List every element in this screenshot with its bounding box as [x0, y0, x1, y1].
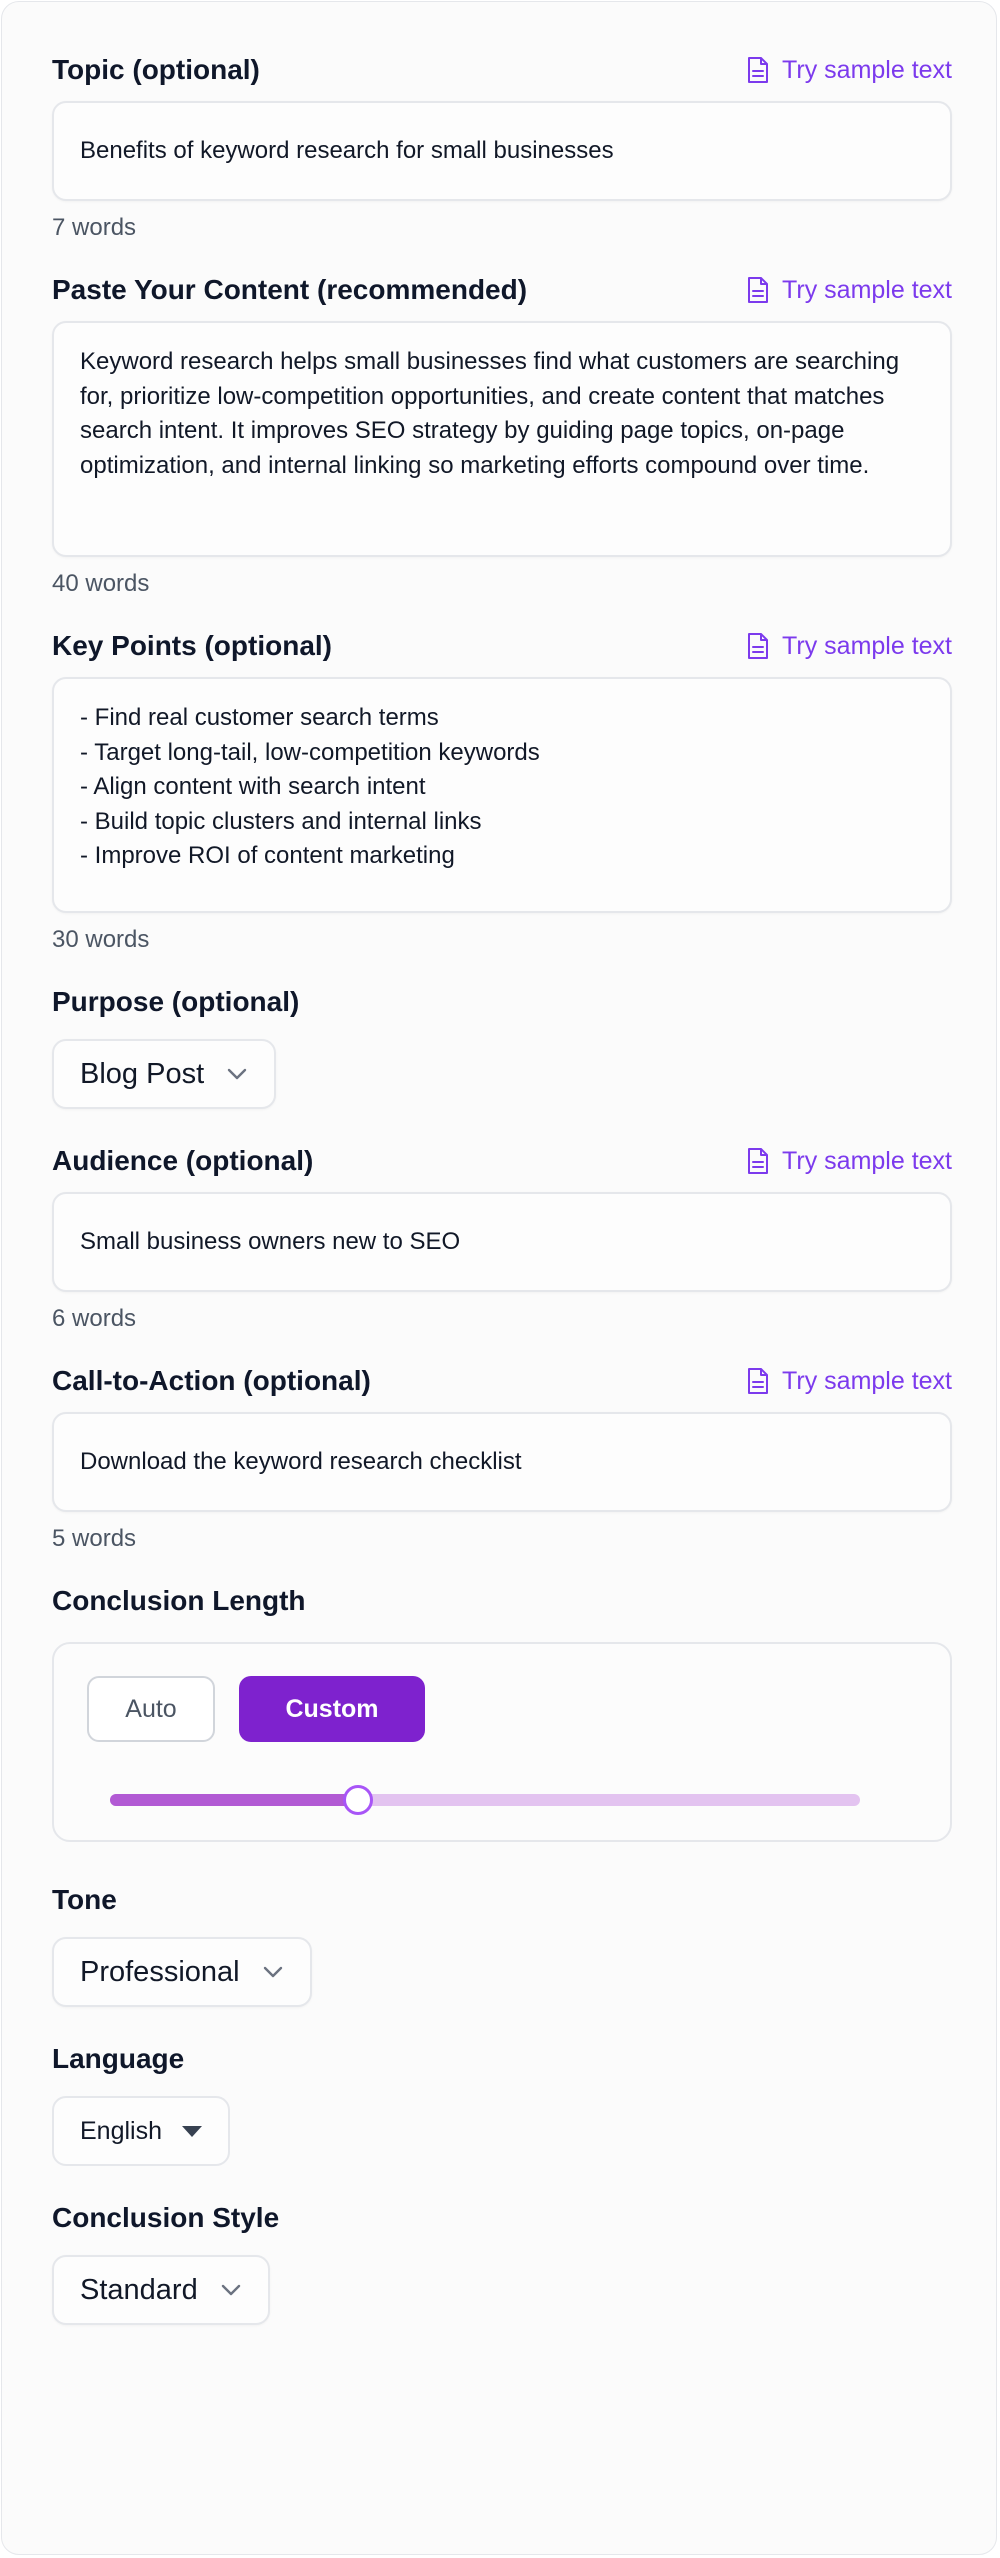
cta-label: Call-to-Action (optional): [52, 1365, 371, 1396]
try-sample-label: Try sample text: [782, 1366, 952, 1395]
auto-length-button[interactable]: Auto: [87, 1676, 215, 1742]
key-points-textarea[interactable]: - Find real customer search terms - Targ…: [52, 677, 952, 913]
cta-header: Call-to-Action (optional) Try sample tex…: [52, 1363, 952, 1399]
length-slider-track[interactable]: [110, 1785, 860, 1815]
try-sample-label: Try sample text: [782, 275, 952, 304]
conclusion-length-label: Conclusion Length: [52, 1585, 306, 1616]
cta-try-sample-link[interactable]: Try sample text: [746, 1367, 952, 1396]
audience-header: Audience (optional) Try sample text: [52, 1143, 952, 1179]
content-header: Paste Your Content (recommended) Try sam…: [52, 272, 952, 308]
caret-down-icon: [182, 2125, 202, 2137]
audience-label: Audience (optional): [52, 1145, 314, 1176]
content-textarea[interactable]: Keyword research helps small businesses …: [52, 321, 952, 557]
key-points-header: Key Points (optional) Try sample text: [52, 628, 952, 664]
content-word-count: 40 words: [52, 570, 150, 597]
document-icon: [748, 633, 769, 659]
conclusion-style-select[interactable]: Standard: [52, 2255, 270, 2325]
topic-word-count: 7 words: [52, 214, 137, 241]
document-icon: [748, 57, 769, 83]
purpose-select[interactable]: Blog Post: [52, 1039, 277, 1109]
length-slider-fill: [110, 1794, 358, 1806]
language-header: Language: [52, 2041, 952, 2077]
conclusion-length-header: Conclusion Length: [52, 1583, 952, 1619]
chevron-down-icon: [227, 1068, 247, 1080]
topic-input[interactable]: Benefits of keyword research for small b…: [52, 101, 952, 201]
custom-length-button[interactable]: Custom: [239, 1676, 425, 1742]
language-selected-value: English: [80, 2116, 162, 2145]
audience-word-count: 6 words: [52, 1305, 137, 1332]
purpose-selected-value: Blog Post: [80, 1057, 205, 1090]
cta-word-count: 5 words: [52, 1525, 137, 1552]
conclusion-length-panel: Auto Custom: [52, 1642, 952, 1842]
key-points-word-count: 30 words: [52, 926, 150, 953]
document-icon: [748, 1368, 769, 1394]
topic-label: Topic (optional): [52, 54, 260, 85]
form-content: Topic (optional) Try sample text Benefit…: [52, 52, 952, 2325]
language-select[interactable]: English: [52, 2096, 230, 2166]
language-label: Language: [52, 2043, 185, 2074]
key-points-label: Key Points (optional): [52, 630, 332, 661]
try-sample-label: Try sample text: [782, 1146, 952, 1175]
audience-try-sample-link[interactable]: Try sample text: [746, 1147, 952, 1176]
try-sample-label: Try sample text: [782, 55, 952, 84]
tone-header: Tone: [52, 1882, 952, 1918]
conclusion-style-selected-value: Standard: [80, 2273, 198, 2306]
topic-header: Topic (optional) Try sample text: [52, 52, 952, 88]
purpose-label: Purpose (optional): [52, 986, 300, 1017]
content-label: Paste Your Content (recommended): [52, 274, 528, 305]
document-icon: [748, 277, 769, 303]
key-points-try-sample-link[interactable]: Try sample text: [746, 632, 952, 661]
tone-select[interactable]: Professional: [52, 1937, 312, 2007]
form-card: Topic (optional) Try sample text Benefit…: [1, 1, 997, 2555]
conclusion-style-header: Conclusion Style: [52, 2200, 952, 2236]
topic-try-sample-link[interactable]: Try sample text: [746, 56, 952, 85]
chevron-down-icon: [263, 1966, 282, 1978]
tone-label: Tone: [52, 1884, 117, 1915]
content-try-sample-link[interactable]: Try sample text: [746, 276, 952, 305]
cta-input[interactable]: Download the keyword research checklist: [52, 1412, 952, 1512]
chevron-down-icon: [221, 2284, 240, 2296]
length-slider-thumb[interactable]: [342, 1785, 373, 1815]
conclusion-style-label: Conclusion Style: [52, 2202, 280, 2233]
tone-selected-value: Professional: [80, 1955, 240, 1988]
purpose-header: Purpose (optional): [52, 984, 952, 1020]
document-icon: [748, 1148, 769, 1174]
audience-input[interactable]: Small business owners new to SEO: [52, 1192, 952, 1292]
try-sample-label: Try sample text: [782, 631, 952, 660]
